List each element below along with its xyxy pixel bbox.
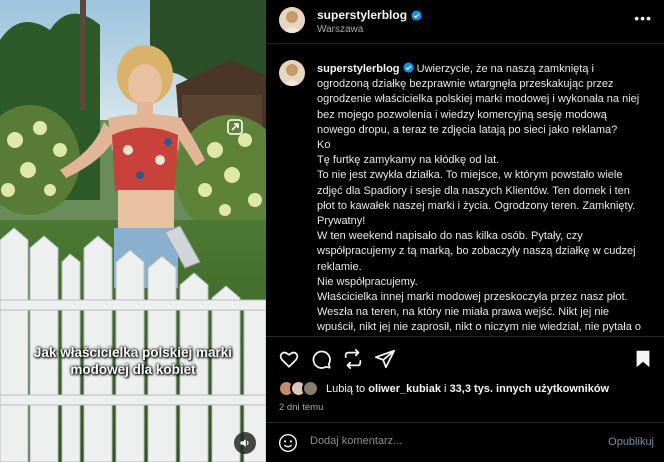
- send-icon[interactable]: [374, 348, 396, 370]
- caption-area: superstylerblog Uwierzycie, że na naszą …: [266, 52, 664, 332]
- divider: [266, 336, 664, 337]
- caption-username[interactable]: superstylerblog: [317, 63, 400, 75]
- comment-input[interactable]: [310, 435, 560, 447]
- avatar[interactable]: [279, 7, 305, 33]
- verified-badge-icon: [403, 62, 414, 73]
- more-icon[interactable]: •••: [634, 10, 652, 26]
- action-bar: [266, 346, 664, 372]
- liker-avatars: [278, 380, 322, 398]
- speaker-icon[interactable]: [234, 432, 256, 454]
- caption-line: Ko: [317, 139, 331, 152]
- post-caption: superstylerblog Uwierzycie, że na naszą …: [317, 62, 647, 332]
- post-media[interactable]: Jak właścicielka polskiej marki modowej …: [0, 0, 266, 462]
- username-link[interactable]: superstylerblog: [317, 8, 422, 22]
- publish-button[interactable]: Opublikuj: [608, 436, 654, 448]
- post-header: superstylerblog Warszawa •••: [266, 0, 664, 44]
- emoji-icon[interactable]: [278, 433, 298, 453]
- comment-bar: Opublikuj: [266, 422, 664, 462]
- caption-line: W ten weekend napisało do nas kilka osób…: [317, 230, 636, 273]
- likes-prefix: Lubią to: [326, 383, 366, 395]
- verified-badge-icon: [411, 9, 422, 21]
- tags-icon[interactable]: [226, 118, 244, 136]
- avatar[interactable]: [279, 60, 305, 86]
- likes-count-link[interactable]: 33,3 tys. innych użytkowników: [450, 383, 610, 395]
- video-overlay-caption: Jak właścicielka polskiej marki modowej …: [33, 345, 233, 377]
- caption-line: To nie jest zwykła działka. To miejsce, …: [317, 169, 636, 228]
- avatar: [302, 380, 319, 397]
- post-photo: [0, 0, 266, 462]
- location-link[interactable]: Warszawa: [317, 24, 363, 35]
- caption-line: superstylerblog Uwierzycie, że na naszą …: [317, 62, 647, 138]
- share-icon[interactable]: [342, 348, 364, 370]
- comment-icon[interactable]: [310, 348, 332, 370]
- bookmark-icon[interactable]: [632, 348, 654, 370]
- username-text: superstylerblog: [317, 8, 408, 22]
- post-sidebar: superstylerblog Warszawa ••• superstyler…: [266, 0, 664, 462]
- caption-line: Właścicielka innej marki modowej przesko…: [317, 291, 642, 332]
- caption-line: Tę furtkę zamykamy na kłódkę od lat.: [317, 154, 500, 167]
- likes-mid: i: [444, 383, 447, 395]
- likes-user-link[interactable]: oliwer_kubiak: [368, 383, 441, 395]
- heart-icon[interactable]: [278, 348, 300, 370]
- post-timestamp[interactable]: 2 dni temu: [279, 402, 323, 413]
- likes-summary[interactable]: Lubią to oliwer_kubiak i 33,3 tys. innyc…: [278, 380, 609, 398]
- caption-line: Nie współpracujemy.: [317, 275, 418, 288]
